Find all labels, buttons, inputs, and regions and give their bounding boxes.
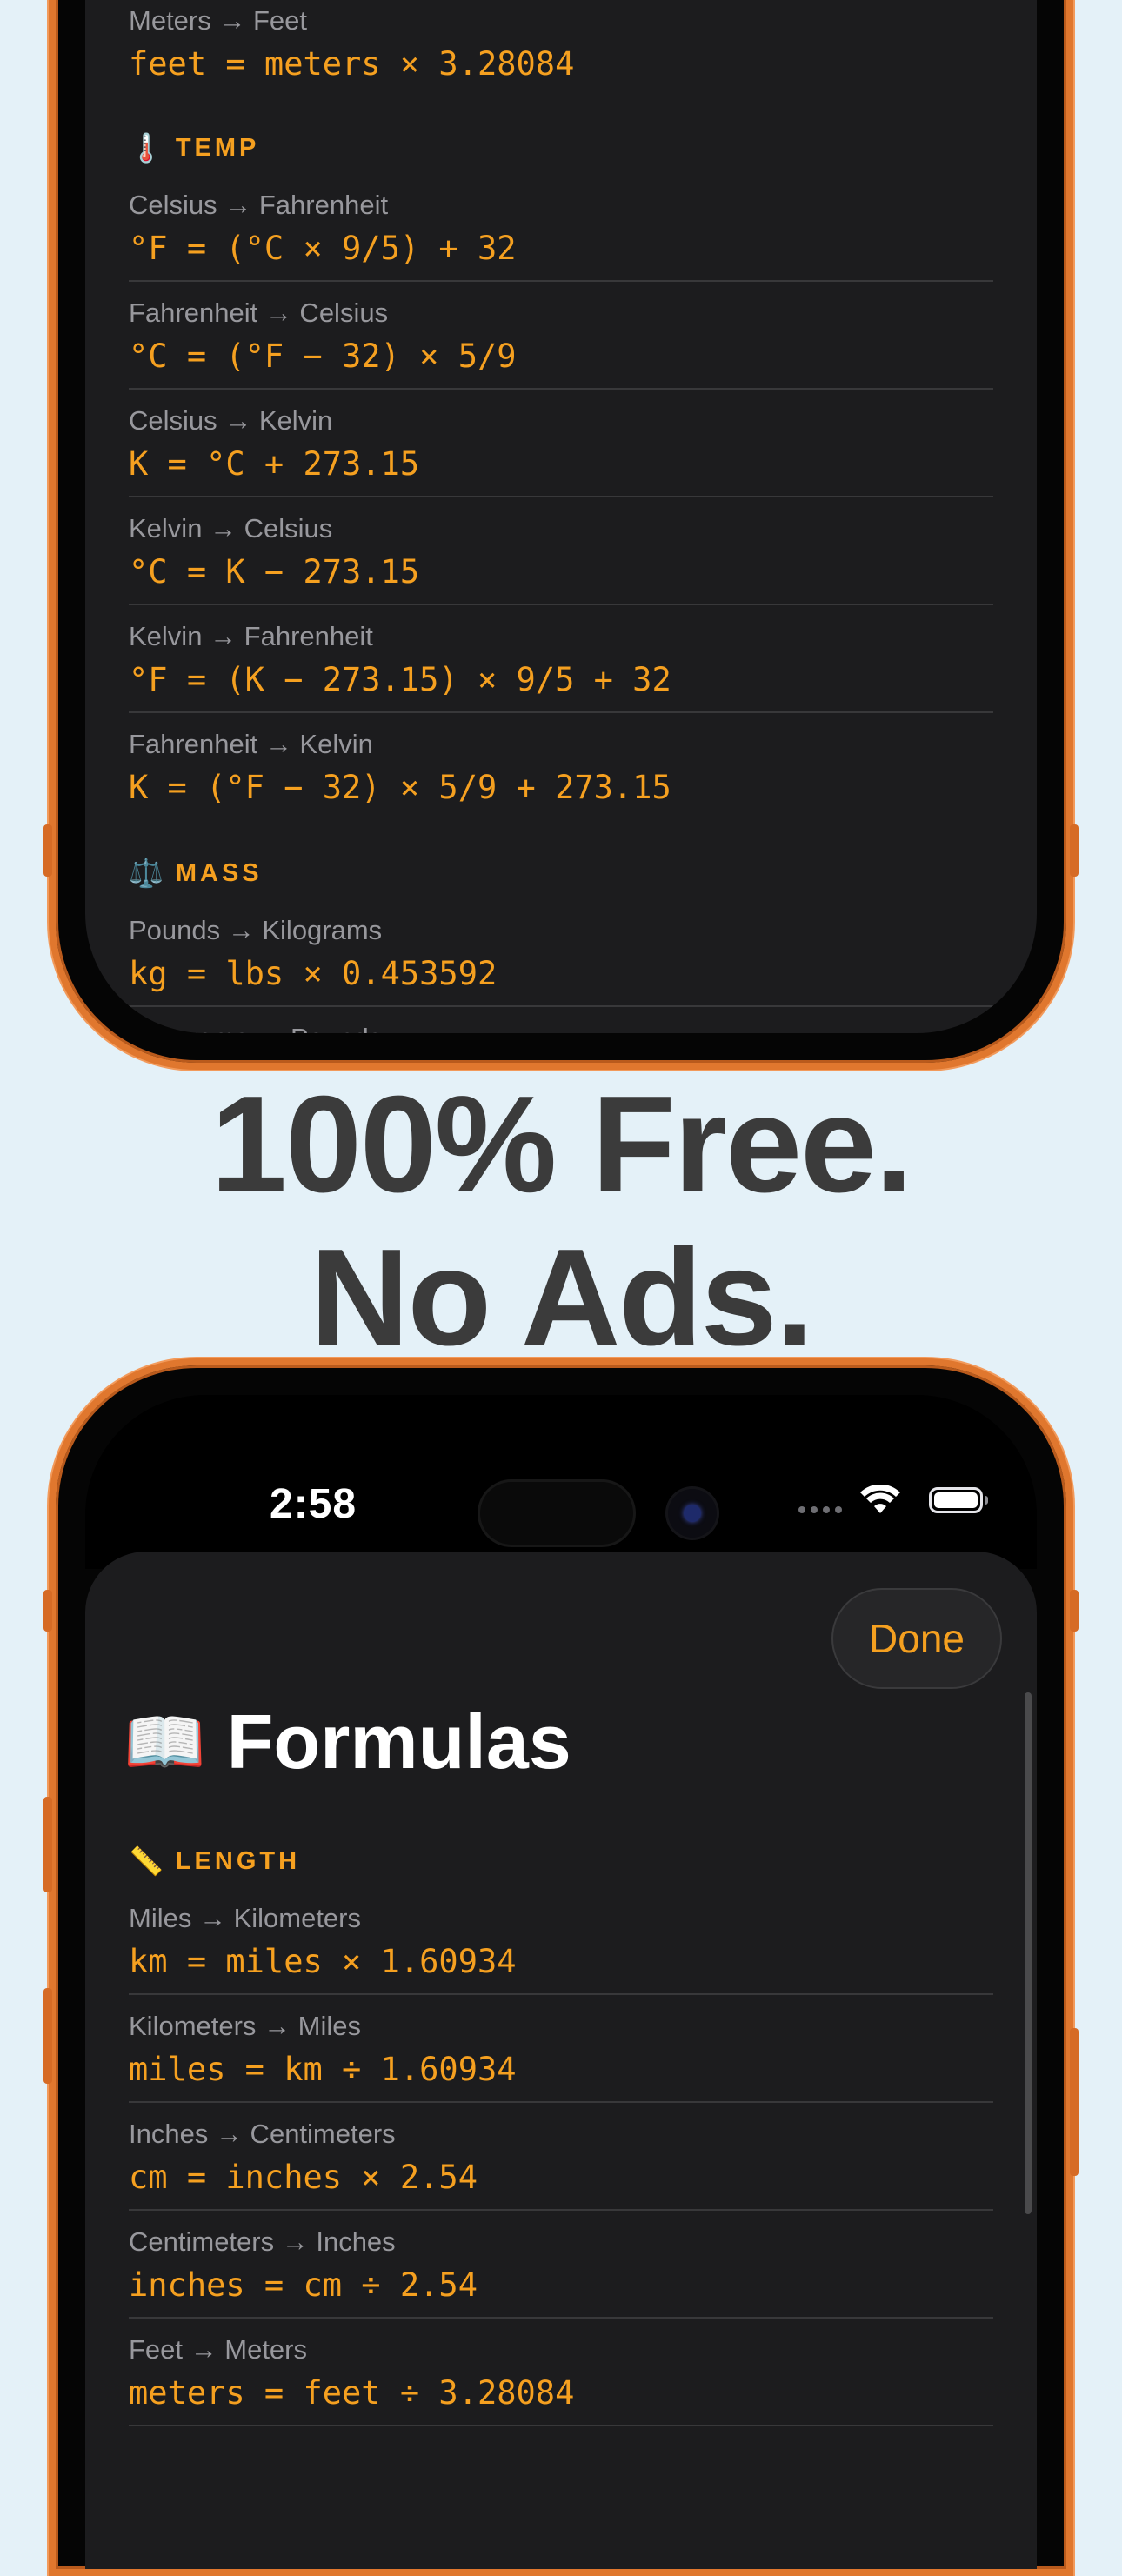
ruler-icon: 📏: [129, 1845, 164, 1877]
formula-row[interactable]: Meters → Feet feet = meters × 3.28084: [129, 3, 993, 90]
book-icon: 📖: [124, 1705, 206, 1779]
done-button[interactable]: Done: [831, 1588, 1002, 1689]
formula-expression: km = miles × 1.60934: [129, 1943, 517, 1980]
section-header-length: 📏 LENGTH: [129, 1835, 993, 1887]
formula-row[interactable]: Celsius → Kelvin K = °C + 273.15: [129, 390, 993, 497]
section-header-temp: 🌡️ TEMP: [129, 122, 993, 174]
power-button: [1070, 2028, 1079, 2176]
formula-row[interactable]: Inches → Centimeters cm = inches × 2.54: [129, 2103, 993, 2211]
formula-label: Miles → Kilometers: [129, 1903, 361, 1933]
camera-icon: [668, 1489, 717, 1538]
volume-up-button: [43, 1797, 52, 1892]
formula-expression: °C = K − 273.15: [129, 553, 420, 591]
formula-label: Meters → Feet: [129, 5, 307, 36]
formula-label: Feet → Meters: [129, 2334, 307, 2365]
temp-section: 🌡️ TEMP Celsius → Fahrenheit °F = (°C × …: [129, 122, 993, 821]
formula-row[interactable]: Kelvin → Fahrenheit °F = (K − 273.15) × …: [129, 605, 993, 713]
formula-label: Kelvin → Fahrenheit: [129, 621, 373, 651]
dynamic-island: [463, 1466, 741, 1560]
volume-down-button: [43, 1988, 52, 2084]
cellular-signal-icon: [798, 1506, 842, 1513]
mass-section: ⚖️ MASS Pounds → Kilograms kg = lbs × 0.…: [129, 847, 993, 1033]
formula-label: Celsius → Kelvin: [129, 405, 333, 436]
formula-label: Kelvin → Celsius: [129, 513, 333, 544]
formula-expression: K = °C + 273.15: [129, 445, 420, 483]
formula-expression: kg = lbs × 0.453592: [129, 955, 498, 992]
formula-label: Fahrenheit → Celsius: [129, 297, 389, 328]
scrollbar[interactable]: [1025, 1692, 1032, 2214]
formula-row[interactable]: Fahrenheit → Kelvin K = (°F − 32) × 5/9 …: [129, 713, 993, 821]
section-title: LENGTH: [175, 1846, 301, 1875]
formula-row[interactable]: Kilograms → Pounds: [129, 1007, 993, 1033]
formula-expression: cm = inches × 2.54: [129, 2159, 478, 2196]
phone-side-button: [43, 824, 52, 877]
formula-expression: °F = (°C × 9/5) + 32: [129, 230, 517, 267]
formula-expression: inches = cm ÷ 2.54: [129, 2266, 478, 2304]
headline-line-1: 100% Free.: [210, 1068, 913, 1221]
length-section-tail: Meters → Feet feet = meters × 3.28084: [129, 3, 993, 90]
formula-row[interactable]: Centimeters → Inches inches = cm ÷ 2.54: [129, 2211, 993, 2319]
formula-expression: meters = feet ÷ 3.28084: [129, 2374, 575, 2412]
formula-expression: K = (°F − 32) × 5/9 + 273.15: [129, 769, 671, 806]
formula-row[interactable]: Fahrenheit → Celsius °C = (°F − 32) × 5/…: [129, 282, 993, 390]
phone-side-button: [1070, 1590, 1079, 1632]
section-header-mass: ⚖️ MASS: [129, 847, 993, 899]
formula-label: Celsius → Fahrenheit: [129, 190, 389, 220]
formula-label: Kilograms → Pounds: [129, 1021, 993, 1033]
formula-label: Pounds → Kilograms: [129, 915, 383, 945]
formula-expression: °F = (K − 273.15) × 9/5 + 32: [129, 661, 671, 698]
top-phone-screen: Meters → Feet feet = meters × 3.28084 🌡️…: [85, 0, 1037, 1033]
formula-expression: feet = meters × 3.28084: [129, 45, 575, 83]
action-button: [43, 1590, 52, 1632]
section-title: TEMP: [175, 133, 260, 162]
battery-icon: [929, 1487, 988, 1513]
formula-row[interactable]: Feet → Meters meters = feet ÷ 3.28084: [129, 2319, 993, 2426]
scale-icon: ⚖️: [129, 858, 164, 889]
page-title-text: Formulas: [226, 1698, 571, 1785]
top-phone-frame: Meters → Feet feet = meters × 3.28084 🌡️…: [43, 0, 1079, 1070]
formula-row[interactable]: Kilometers → Miles miles = km ÷ 1.60934: [129, 1995, 993, 2103]
bottom-phone-frame: 2:58 Done 📖 Formulas 📏 LENGTH Miles → Ki…: [43, 1358, 1079, 2576]
formula-label: Inches → Centimeters: [129, 2119, 396, 2149]
formula-row[interactable]: Kelvin → Celsius °C = K − 273.15: [129, 497, 993, 605]
wifi-icon: [860, 1485, 900, 1513]
status-bar: 2:58: [85, 1395, 1037, 1569]
bottom-phone-screen: Done 📖 Formulas 📏 LENGTH Miles → Kilomet…: [85, 1552, 1037, 2569]
thermometer-icon: 🌡️: [129, 132, 164, 164]
length-section: 📏 LENGTH Miles → Kilometers km = miles ×…: [129, 1835, 993, 2426]
page-title: 📖 Formulas: [124, 1698, 571, 1786]
formula-label: Centimeters → Inches: [129, 2226, 396, 2257]
section-title: MASS: [175, 858, 263, 887]
formula-expression: miles = km ÷ 1.60934: [129, 2051, 517, 2088]
island-pill: [480, 1482, 633, 1545]
formula-row[interactable]: Miles → Kilometers km = miles × 1.60934: [129, 1887, 993, 1995]
formula-row[interactable]: Celsius → Fahrenheit °F = (°C × 9/5) + 3…: [129, 174, 993, 282]
formula-label: Kilometers → Miles: [129, 2011, 361, 2041]
formula-expression: °C = (°F − 32) × 5/9: [129, 337, 517, 375]
marketing-headline: 100% Free. No Ads.: [0, 1068, 1122, 1374]
formula-label: Fahrenheit → Kelvin: [129, 729, 373, 759]
status-time: 2:58: [270, 1481, 357, 1527]
headline-line-2: No Ads.: [310, 1221, 813, 1374]
formula-row[interactable]: Pounds → Kilograms kg = lbs × 0.453592: [129, 899, 993, 1007]
phone-side-button: [1070, 824, 1079, 877]
